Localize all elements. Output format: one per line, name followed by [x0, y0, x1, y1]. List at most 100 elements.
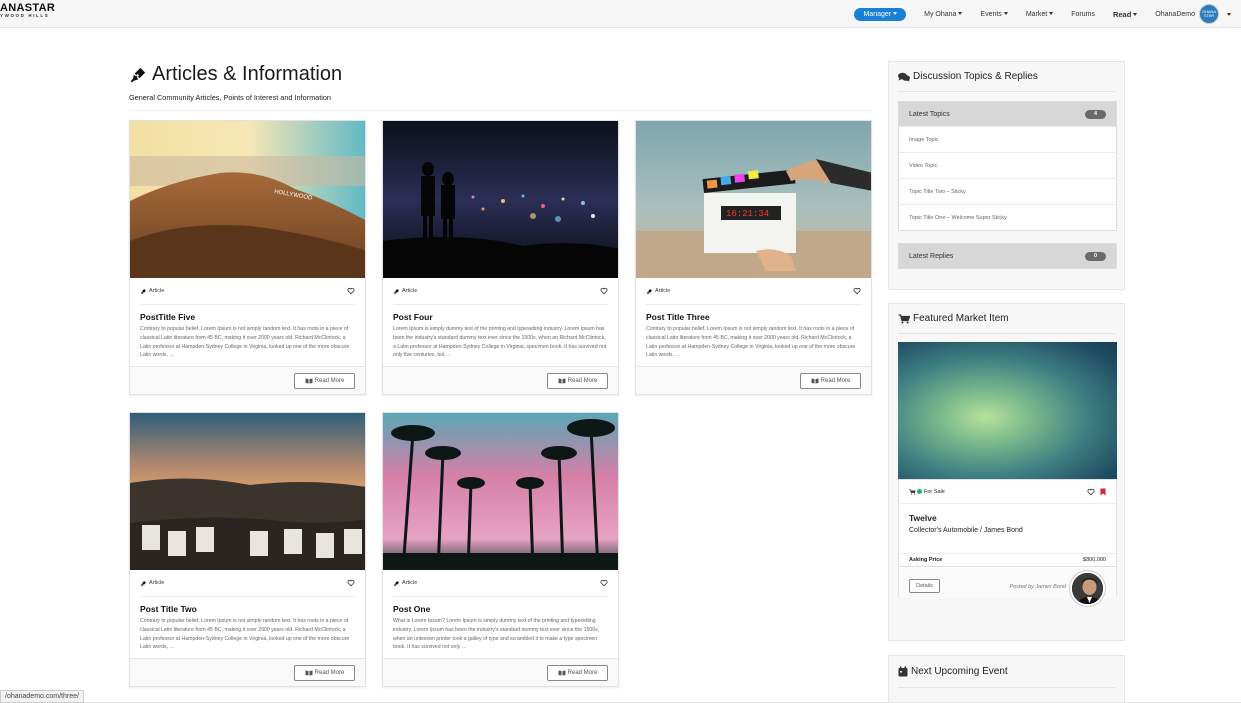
card-excerpt: Contrary to popular belief, Lorem Ipsum …: [140, 618, 350, 651]
article-card: Article Post Title Two Contrary to popul…: [129, 412, 366, 687]
brand-logo[interactable]: ANASTAR YWOOD HILLS: [0, 3, 55, 19]
pen-nib-icon: [394, 580, 399, 586]
nav-forums[interactable]: Forums: [1071, 11, 1095, 18]
read-more-label: Read More: [314, 670, 345, 676]
heart-icon[interactable]: [347, 579, 355, 587]
card-title[interactable]: Post Title Two: [140, 604, 355, 614]
read-more-button[interactable]: Read More: [547, 665, 608, 681]
nav-market-label: Market: [1025, 10, 1048, 18]
nav-manager-button[interactable]: Manager: [854, 7, 907, 21]
divider: [898, 687, 1115, 688]
card-meta: Article: [393, 570, 608, 597]
card-title[interactable]: Post Four: [393, 312, 608, 322]
user-avatar[interactable]: OHANA STAR: [1199, 4, 1219, 24]
latest-replies-header[interactable]: Latest Replies 0: [899, 244, 1116, 268]
pen-nib-icon: [394, 288, 399, 294]
market-actions: [1087, 488, 1106, 496]
article-image[interactable]: [383, 121, 618, 278]
latest-topics-header[interactable]: Latest Topics 4: [899, 102, 1116, 126]
latest-replies-label: Latest Replies: [909, 252, 954, 260]
market-panel-title: Featured Market Item: [889, 304, 1124, 333]
nav-read[interactable]: Read: [1113, 10, 1138, 19]
status-dot-icon: [917, 489, 922, 494]
featured-market-panel: Featured Market Item For Sale Twelve Col…: [888, 303, 1125, 641]
card-type-label: Article: [149, 580, 165, 586]
market-item-title[interactable]: Twelve: [899, 504, 1116, 523]
read-more-label: Read More: [567, 670, 598, 676]
pen-nib-icon: [647, 288, 652, 294]
market-item-image[interactable]: [898, 342, 1117, 479]
card-type-label: Article: [149, 288, 165, 294]
status-bar-url: /ohanademo.com/three/: [0, 690, 84, 703]
market-item-meta: For Sale: [899, 480, 1116, 504]
read-more-button[interactable]: Read More: [800, 373, 861, 389]
topic-item[interactable]: Topic Title Two – Sticky: [899, 178, 1116, 204]
asking-price-value: $800,000: [1083, 557, 1106, 563]
card-title[interactable]: PostTitle Five: [140, 312, 355, 322]
card-body: Article Post Title Three Contrary to pop…: [636, 278, 871, 361]
asking-price-row: Asking Price $800,000: [899, 553, 1116, 567]
details-button[interactable]: Details: [909, 579, 940, 593]
read-more-button[interactable]: Read More: [547, 373, 608, 389]
nav-market[interactable]: Market: [1025, 10, 1054, 18]
nav-my-ohana[interactable]: My Ohana: [924, 11, 963, 18]
chevron-down-icon: [1049, 12, 1054, 16]
sale-status: For Sale: [909, 489, 945, 495]
card-type-label: Article: [402, 288, 418, 294]
card-footer: Read More: [383, 366, 618, 394]
discussion-panel: Discussion Topics & Replies Latest Topic…: [888, 61, 1125, 290]
heart-icon[interactable]: [600, 579, 608, 587]
card-excerpt: What is Lorem Ipsum? Lorem Ipsum is simp…: [393, 618, 600, 651]
topic-item[interactable]: Video Topic: [899, 152, 1116, 178]
book-open-icon: [558, 378, 566, 384]
topic-item[interactable]: Topic Title One – Welcome Super Sticky: [899, 204, 1116, 230]
shopping-cart-icon: [898, 313, 910, 323]
article-image[interactable]: [383, 413, 618, 570]
card-meta: Article: [140, 278, 355, 305]
topic-item[interactable]: Image Topic: [899, 126, 1116, 152]
poster-avatar[interactable]: [1070, 571, 1105, 606]
article-image[interactable]: [130, 413, 365, 570]
event-panel-title: Next Upcoming Event: [889, 656, 1124, 687]
read-more-label: Read More: [314, 378, 345, 384]
nav-events[interactable]: Events: [980, 11, 1008, 18]
card-type: Article: [393, 288, 417, 295]
user-menu-chevron-icon[interactable]: [1227, 12, 1231, 16]
nav-manager-label: Manager: [863, 10, 892, 18]
comments-icon: [898, 72, 910, 81]
card-excerpt: Lorem Ipsum is simply dummy text of the …: [393, 326, 607, 359]
article-image[interactable]: 16:21:34: [636, 121, 871, 278]
latest-replies-list: Latest Replies 0: [898, 243, 1117, 269]
heart-icon[interactable]: [853, 287, 861, 295]
asking-price-label: Asking Price: [909, 557, 943, 563]
card-meta: Article: [646, 278, 861, 305]
card-body: Article Post One What is Lorem Ipsum? Lo…: [383, 570, 618, 653]
heart-icon[interactable]: [347, 287, 355, 295]
article-card: Article Post Four Lorem Ipsum is simply …: [382, 120, 619, 395]
book-open-icon: [305, 378, 313, 384]
read-more-button[interactable]: Read More: [294, 373, 355, 389]
heart-icon[interactable]: [1087, 488, 1095, 496]
shopping-cart-icon: [909, 488, 916, 495]
nav-menu: Manager My Ohana Events Market Forums Re…: [854, 0, 1241, 28]
heart-icon[interactable]: [600, 287, 608, 295]
latest-topics-label: Latest Topics: [909, 110, 950, 118]
card-footer: Read More: [383, 658, 618, 686]
read-more-button[interactable]: Read More: [294, 665, 355, 681]
card-type: Article: [140, 580, 164, 587]
book-open-icon: [558, 670, 566, 676]
bookmark-icon[interactable]: [1100, 488, 1106, 496]
card-type: Article: [140, 288, 164, 295]
replies-count-badge: 0: [1085, 251, 1106, 261]
market-item-card: For Sale Twelve Collector's Automobile /…: [898, 479, 1117, 606]
sale-status-label: For Sale: [924, 488, 945, 495]
page-title-text: Articles & Information: [152, 63, 343, 85]
read-more-label: Read More: [567, 378, 598, 384]
discussion-panel-title: Discussion Topics & Replies: [889, 62, 1124, 91]
article-image[interactable]: HOLLYWOOD: [130, 121, 365, 278]
card-title[interactable]: Post Title Three: [646, 312, 861, 322]
article-card: HOLLYWOOD Article PostTitle Five Contrar…: [129, 120, 366, 395]
nav-user-name[interactable]: OhanaDemo: [1155, 11, 1195, 18]
card-excerpt: Contrary to popular belief, Lorem Ipsum …: [646, 326, 856, 359]
card-title[interactable]: Post One: [393, 604, 608, 614]
